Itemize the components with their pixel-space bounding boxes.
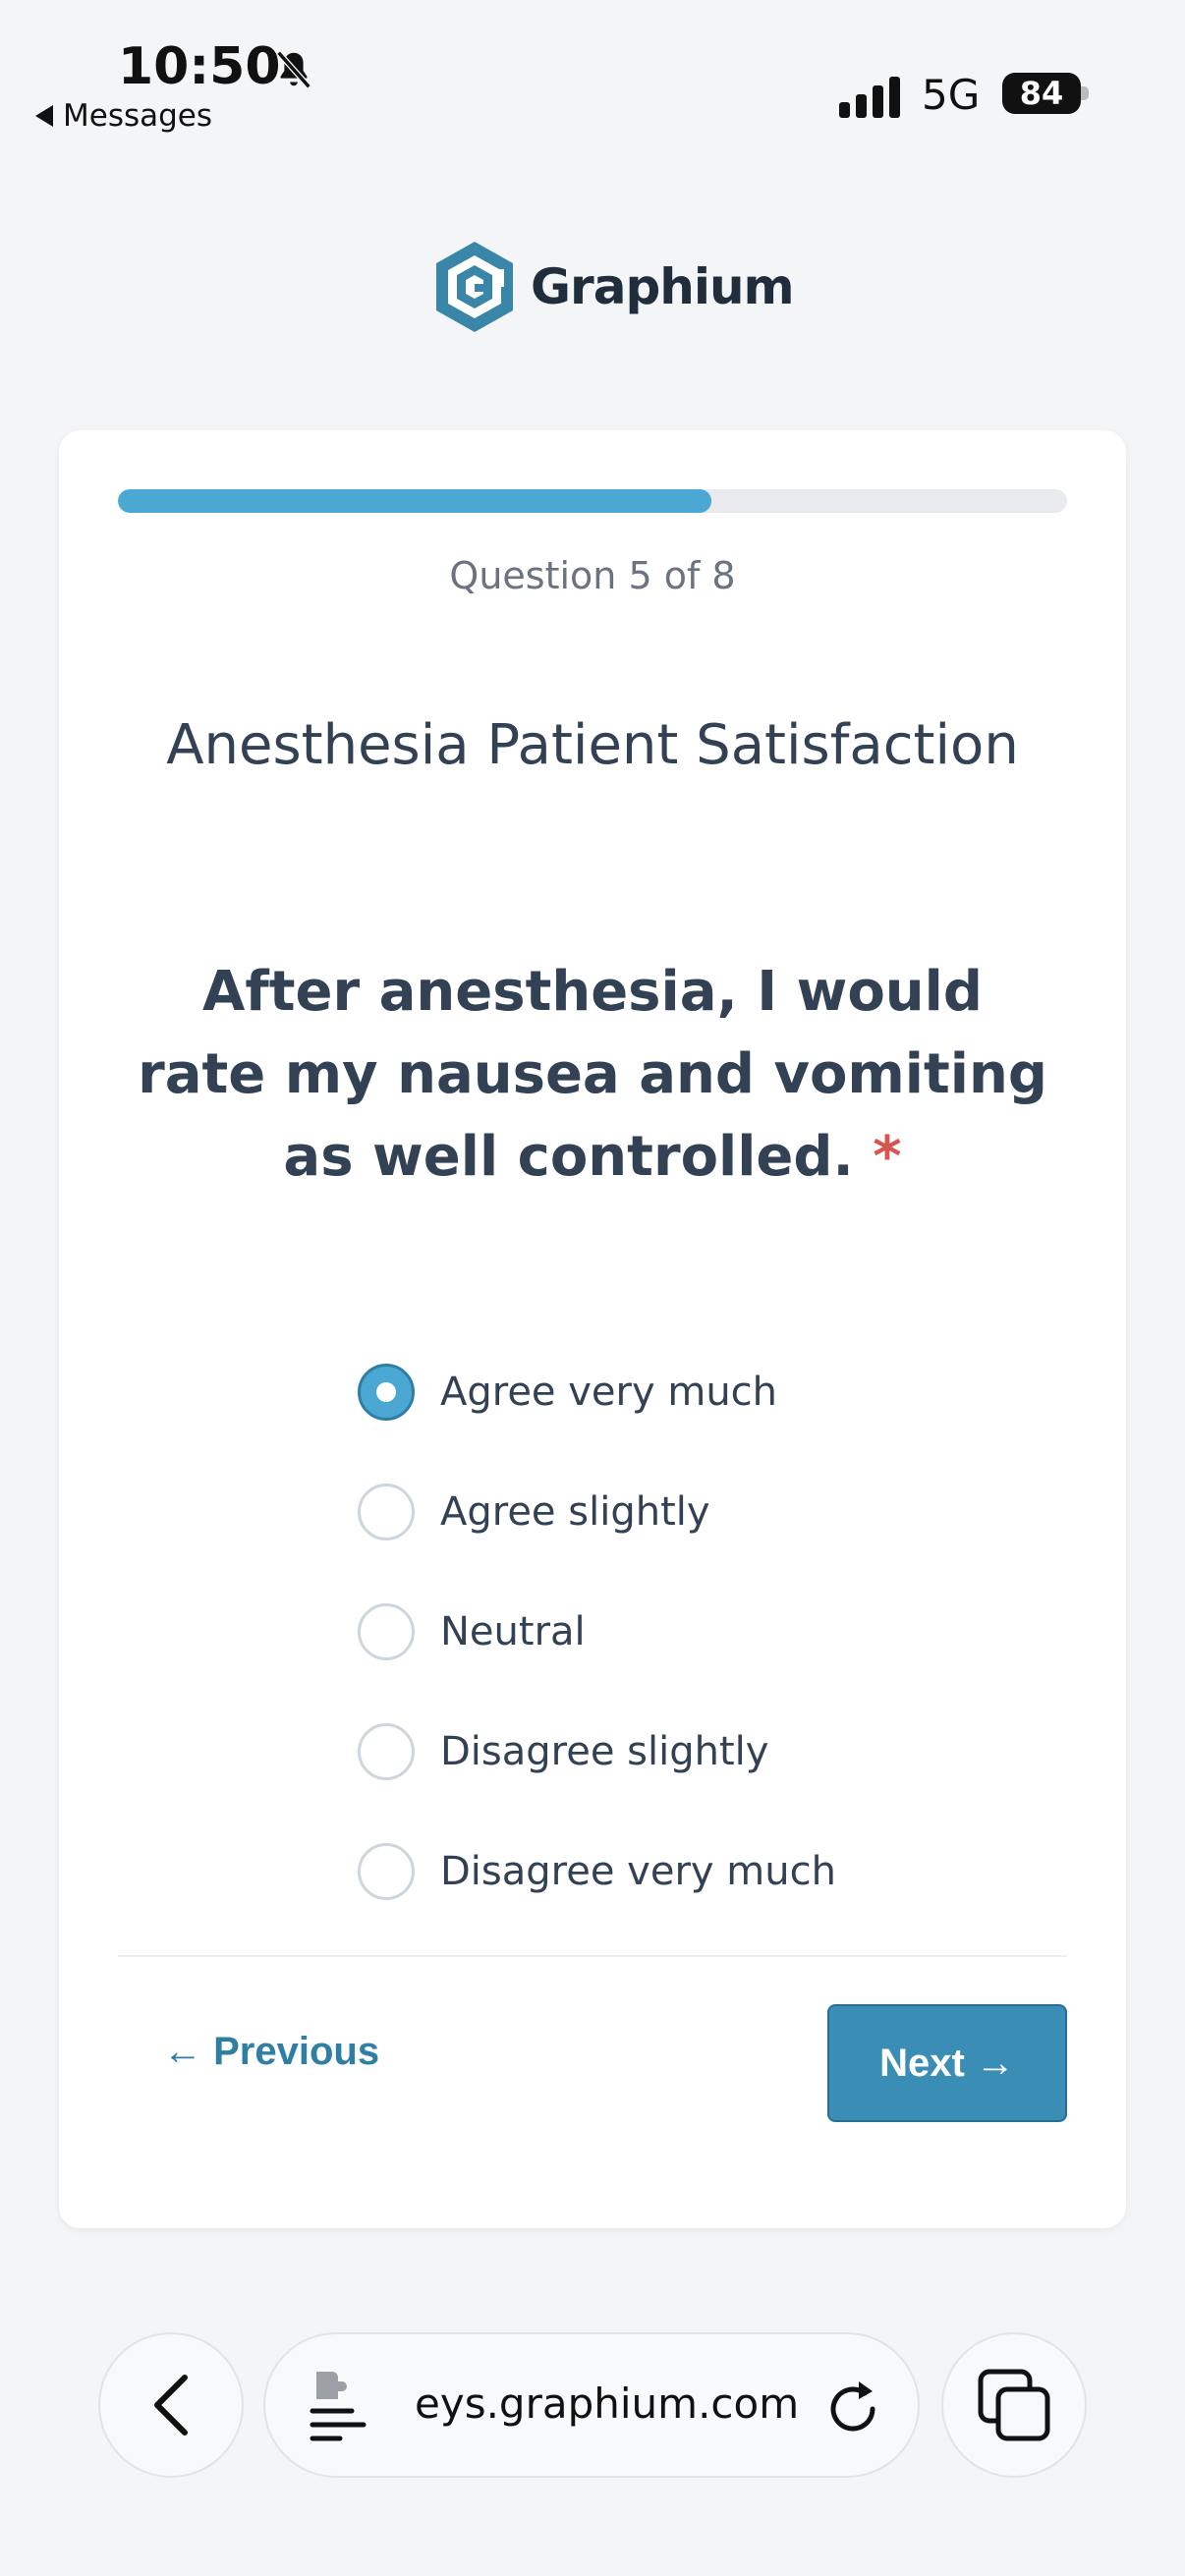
reload-icon[interactable]	[823, 2378, 882, 2436]
next-button[interactable]: Next →	[827, 2004, 1067, 2122]
question-text: After anesthesia, I would rate my nausea…	[138, 951, 1047, 1199]
required-asterisk: *	[873, 1125, 902, 1189]
option-label: Agree very much	[440, 1370, 778, 1415]
radio-button[interactable]	[358, 1484, 415, 1540]
option-disagree-slightly[interactable]: Disagree slightly	[358, 1692, 1045, 1812]
radio-button[interactable]	[358, 1364, 415, 1421]
tabs-icon	[978, 2369, 1050, 2441]
radio-button[interactable]	[358, 1723, 415, 1780]
back-app-label: Messages	[63, 98, 213, 134]
radio-button[interactable]	[358, 1603, 415, 1660]
option-label: Agree slightly	[440, 1489, 710, 1535]
survey-card: Question 5 of 8 Anesthesia Patient Satis…	[59, 430, 1126, 2228]
graphium-logo: Graphium	[432, 240, 795, 334]
back-to-messages[interactable]: Messages	[35, 98, 212, 134]
question-counter: Question 5 of 8	[449, 554, 736, 597]
bell-muted-icon	[276, 50, 311, 89]
page-menu-icon	[310, 2372, 367, 2441]
network-type: 5G	[922, 71, 981, 119]
question-label: After anesthesia, I would rate my nausea…	[138, 960, 1047, 1189]
option-agree-very-much[interactable]: Agree very much	[358, 1332, 1045, 1452]
chevron-left-icon	[154, 2375, 188, 2436]
tabs-button[interactable]	[941, 2332, 1087, 2478]
option-label: Disagree slightly	[440, 1729, 769, 1774]
survey-title: Anesthesia Patient Satisfaction	[166, 713, 1019, 777]
option-label: Neutral	[440, 1609, 586, 1654]
progress-fill	[118, 489, 711, 513]
battery-indicator: 84	[1002, 73, 1081, 114]
footer-divider	[118, 1955, 1067, 1957]
status-time: 10:50	[118, 37, 281, 96]
option-disagree-very-much[interactable]: Disagree very much	[358, 1812, 1045, 1932]
battery-cap	[1081, 86, 1089, 100]
option-label: Disagree very much	[440, 1849, 836, 1894]
previous-button[interactable]: ← Previous	[157, 2012, 385, 2091]
logo-text: Graphium	[531, 258, 795, 315]
option-agree-slightly[interactable]: Agree slightly	[358, 1452, 1045, 1572]
graphium-hexagon-icon	[436, 242, 513, 332]
answer-options: Agree very much Agree slightly Neutral D…	[358, 1332, 1045, 1932]
back-triangle-icon	[35, 105, 53, 127]
radio-button[interactable]	[358, 1843, 415, 1900]
progress-bar	[118, 489, 1067, 513]
cellular-signal-icon	[839, 77, 900, 118]
option-neutral[interactable]: Neutral	[358, 1572, 1045, 1692]
status-bar: 10:50 Messages 5G 84	[0, 0, 1185, 147]
address-bar[interactable]: eys.graphium.com	[263, 2332, 920, 2478]
browser-back-button[interactable]	[98, 2332, 244, 2478]
url-text: eys.graphium.com	[415, 2380, 800, 2428]
